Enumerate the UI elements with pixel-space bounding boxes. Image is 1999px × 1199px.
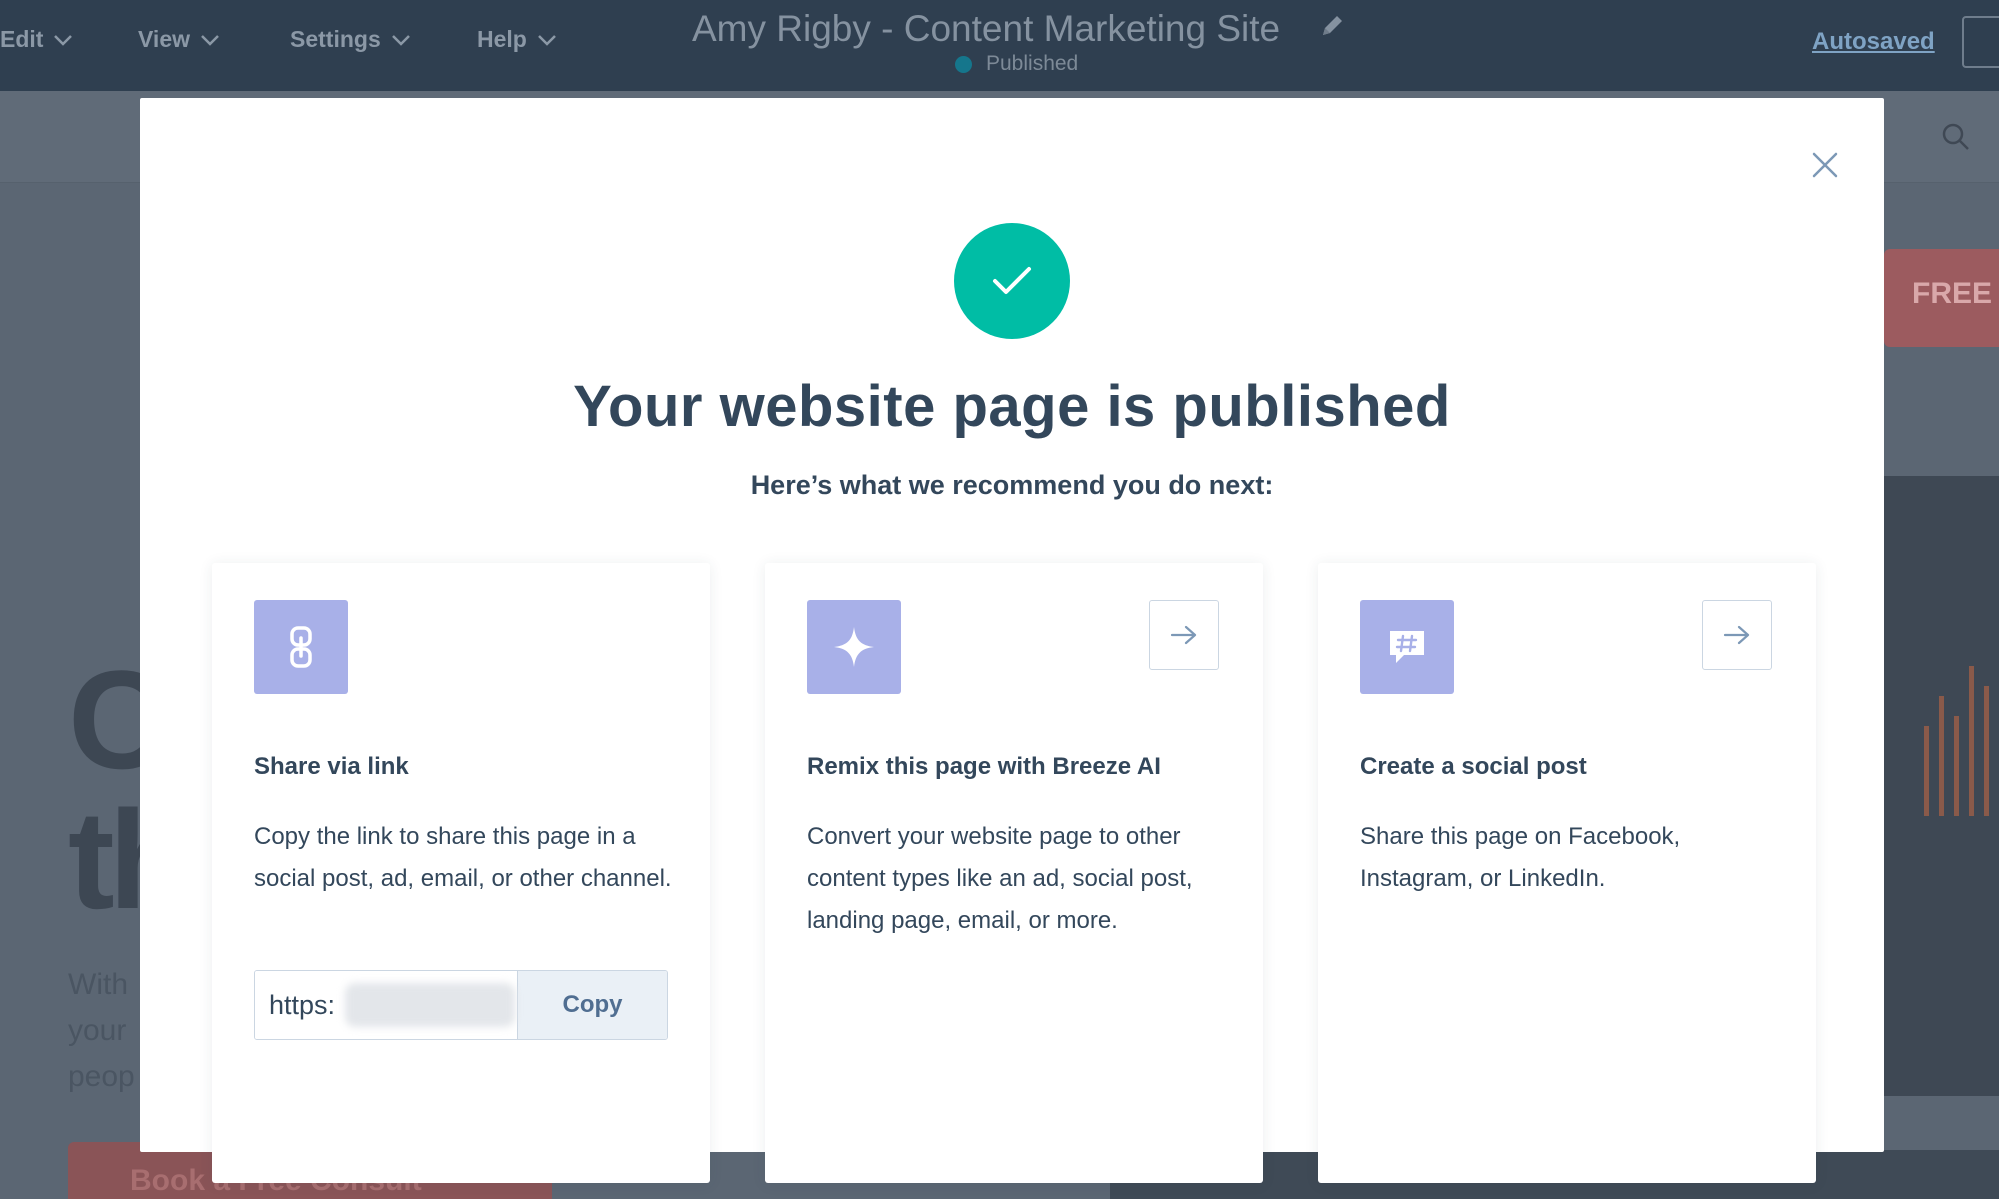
redacted-url bbox=[345, 983, 515, 1027]
chevron-down-icon bbox=[391, 34, 410, 46]
body-line: With bbox=[68, 968, 128, 1001]
card-description: Copy the link to share this page in a so… bbox=[254, 823, 672, 892]
publish-status-label: Published bbox=[986, 52, 1079, 75]
arrow-right-icon[interactable] bbox=[1702, 600, 1772, 670]
share-link-field: Copy bbox=[254, 970, 668, 1040]
card-title: Create a social post bbox=[1360, 753, 1587, 780]
modal-title: Your website page is published bbox=[573, 374, 1451, 439]
preview-button[interactable] bbox=[1962, 16, 1999, 68]
card-description: Share this page on Facebook, Instagram, … bbox=[1360, 823, 1681, 892]
modal-subtitle: Here’s what we recommend you do next: bbox=[750, 470, 1274, 500]
search-icon[interactable] bbox=[1941, 122, 1971, 152]
pencil-icon[interactable] bbox=[1318, 12, 1346, 40]
card-description: Convert your website page to other conte… bbox=[807, 823, 1193, 934]
menu-help[interactable]: Help bbox=[477, 26, 557, 53]
publish-status: Published bbox=[955, 52, 1078, 76]
body-line: peop bbox=[68, 1060, 135, 1093]
menu-settings[interactable]: Settings bbox=[290, 26, 411, 53]
copy-button[interactable]: Copy bbox=[518, 971, 667, 1039]
success-check-icon bbox=[954, 223, 1070, 339]
menu-edit-label: Edit bbox=[0, 26, 44, 52]
sparkle-icon bbox=[807, 600, 901, 694]
card-share-via-link: Share via link Copy the link to share th… bbox=[212, 563, 710, 1183]
card-create-social-post[interactable]: Create a social post Share this page on … bbox=[1318, 563, 1816, 1183]
menu-view-label: View bbox=[138, 26, 190, 52]
link-input-wrapper bbox=[255, 971, 518, 1039]
menu-view[interactable]: View bbox=[138, 26, 220, 53]
card-remix-breeze-ai[interactable]: Remix this page with Breeze AI Convert y… bbox=[765, 563, 1263, 1183]
menu-help-label: Help bbox=[477, 26, 527, 52]
publish-success-modal: Your website page is published Here’s wh… bbox=[140, 98, 1884, 1183]
chevron-down-icon bbox=[201, 34, 219, 46]
arrow-right-icon[interactable] bbox=[1149, 600, 1219, 670]
card-title: Remix this page with Breeze AI bbox=[807, 753, 1161, 780]
chevron-down-icon bbox=[54, 34, 73, 46]
site-title: Amy Rigby - Content Marketing Site bbox=[692, 8, 1281, 49]
body-line: your bbox=[68, 1014, 127, 1047]
background-banner: FREE bbox=[1884, 249, 1999, 347]
background-body-text: With your peop bbox=[68, 962, 135, 1100]
menu-edit[interactable]: Edit bbox=[0, 26, 73, 53]
chevron-down-icon bbox=[537, 34, 556, 46]
social-post-icon bbox=[1360, 600, 1454, 694]
background-photo bbox=[1884, 476, 1999, 1096]
autosaved-link[interactable]: Autosaved bbox=[1812, 28, 1935, 56]
status-dot bbox=[955, 55, 972, 73]
close-icon[interactable] bbox=[1810, 150, 1840, 180]
link-icon bbox=[254, 600, 348, 694]
menu-settings-label: Settings bbox=[290, 26, 381, 52]
editor-top-bar: Edit View Settings Help Amy Rigby - Cont… bbox=[0, 0, 1999, 91]
card-title: Share via link bbox=[254, 753, 409, 780]
